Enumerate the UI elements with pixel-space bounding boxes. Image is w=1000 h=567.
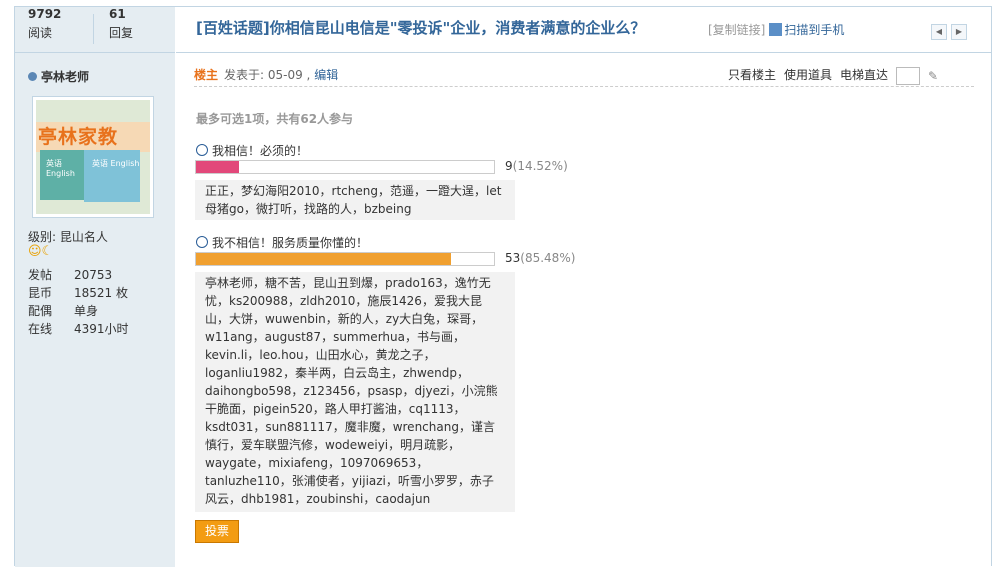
- meta-key: 配偶: [28, 304, 53, 318]
- scan-to-phone-link[interactable]: 扫描到手机: [784, 23, 844, 37]
- avatar[interactable]: 亭林家教 英语 English 英语 English: [32, 96, 154, 218]
- op-badge: 楼主: [194, 68, 219, 82]
- poll-percent: (85.48%): [520, 251, 576, 265]
- voter-list-2: 亭林老师，糖不苦，昆山丑到爆，prado163，逸竹无忧，ks200988，zl…: [195, 272, 515, 512]
- poll-count: 53: [505, 251, 521, 265]
- post-header: 楼主 发表于: 05-09 , 编辑 只看楼主 使用道具 电梯直达 ✎: [194, 66, 974, 87]
- next-thread-icon[interactable]: ▶: [951, 24, 967, 40]
- poll-option-1[interactable]: 我相信！必须的！: [196, 142, 308, 159]
- elevator-label: 电梯直达: [839, 68, 888, 82]
- edit-link[interactable]: 编辑: [314, 68, 338, 82]
- poll-bar-2: [195, 252, 495, 266]
- floor-jump-input[interactable]: [896, 66, 920, 85]
- avatar-book-right: 英语 English: [84, 150, 140, 202]
- poll-result-1: 9(14.52%): [505, 159, 568, 173]
- author-name[interactable]: 亭林老师: [41, 70, 89, 84]
- voter-list-1: 正正，梦幻海阳2010，rtcheng，范遥，一蹬大逞，let母猪go，微打听，…: [195, 180, 515, 220]
- meta-key: 在线: [28, 322, 53, 336]
- poll-bar-1: [195, 160, 495, 174]
- prev-thread-icon[interactable]: ◀: [931, 24, 947, 40]
- author-name-row: 亭林老师: [28, 68, 89, 85]
- views-count: 9792: [28, 7, 62, 21]
- replies-stat: 61 回复: [109, 7, 179, 41]
- avatar-book-left-label: 英语 English: [46, 159, 75, 178]
- avatar-image: 亭林家教 英语 English 英语 English: [36, 100, 150, 214]
- copy-link[interactable]: [复制链接]: [708, 23, 765, 37]
- meta-value: 单身: [74, 304, 99, 318]
- thread-nav: ◀ ▶: [927, 23, 967, 40]
- meta-row: 配偶 单身: [28, 302, 129, 320]
- poll-bar-fill: [196, 161, 240, 173]
- poll-bar-fill: [196, 253, 451, 265]
- stats-divider: [93, 14, 94, 44]
- avatar-book-left: 英语 English: [40, 150, 84, 200]
- post-date: 发表于: 05-09 ,: [224, 68, 311, 82]
- meta-value: 4391小时: [74, 322, 129, 336]
- meta-key: 昆币: [28, 286, 53, 300]
- post-tools: 只看楼主 使用道具 电梯直达 ✎: [720, 66, 942, 85]
- poll-count: 9: [505, 159, 513, 173]
- meta-row: 发帖 20753: [28, 266, 129, 284]
- meta-key: 发帖: [28, 268, 53, 282]
- radio-button[interactable]: [196, 236, 208, 248]
- poll-info: 最多可选1项，共有62人参与: [196, 112, 354, 126]
- thread-title[interactable]: [百姓话题]你相信昆山电信是"零投诉"企业，消费者满意的企业么？: [196, 17, 645, 38]
- user-level: 级别: 昆山名人: [28, 230, 108, 244]
- meta-value[interactable]: 20753: [74, 268, 112, 282]
- meta-value: 18521 枚: [74, 286, 128, 300]
- poll-option-2[interactable]: 我不相信！服务质量你懂的！: [196, 234, 368, 251]
- only-author-link[interactable]: 只看楼主: [728, 68, 776, 82]
- wrench-icon[interactable]: ✎: [928, 69, 942, 83]
- thread-header: [百姓话题]你相信昆山电信是"零投诉"企业，消费者满意的企业么？ [复制链接] 扫…: [176, 7, 991, 53]
- qr-icon[interactable]: [769, 23, 783, 36]
- views-label: 阅读: [28, 26, 53, 40]
- poll-option-label[interactable]: 我相信！必须的！: [212, 144, 308, 158]
- meta-row: 昆币 18521 枚: [28, 284, 129, 302]
- level-icon: ☺☾: [28, 244, 54, 259]
- meta-row: 在线 4391小时: [28, 320, 129, 338]
- user-icon: [28, 72, 37, 81]
- poll-result-2: 53(85.48%): [505, 251, 575, 265]
- avatar-book-right-label: 英语 English: [92, 159, 140, 168]
- header-links: [复制链接] 扫描到手机: [708, 21, 844, 38]
- use-tool-link[interactable]: 使用道具: [784, 68, 832, 82]
- replies-count: 61: [109, 7, 126, 21]
- avatar-text: 亭林家教: [38, 126, 119, 148]
- poll-percent: (14.52%): [512, 159, 568, 173]
- author-meta: 发帖 20753 昆币 18521 枚 配偶 单身 在线 4391小时: [28, 266, 129, 338]
- poll-option-label[interactable]: 我不相信！服务质量你懂的！: [212, 236, 368, 250]
- radio-button[interactable]: [196, 144, 208, 156]
- vote-button[interactable]: 投票: [195, 520, 239, 543]
- views-stat: 9792 阅读: [28, 7, 98, 41]
- replies-label: 回复: [109, 26, 134, 40]
